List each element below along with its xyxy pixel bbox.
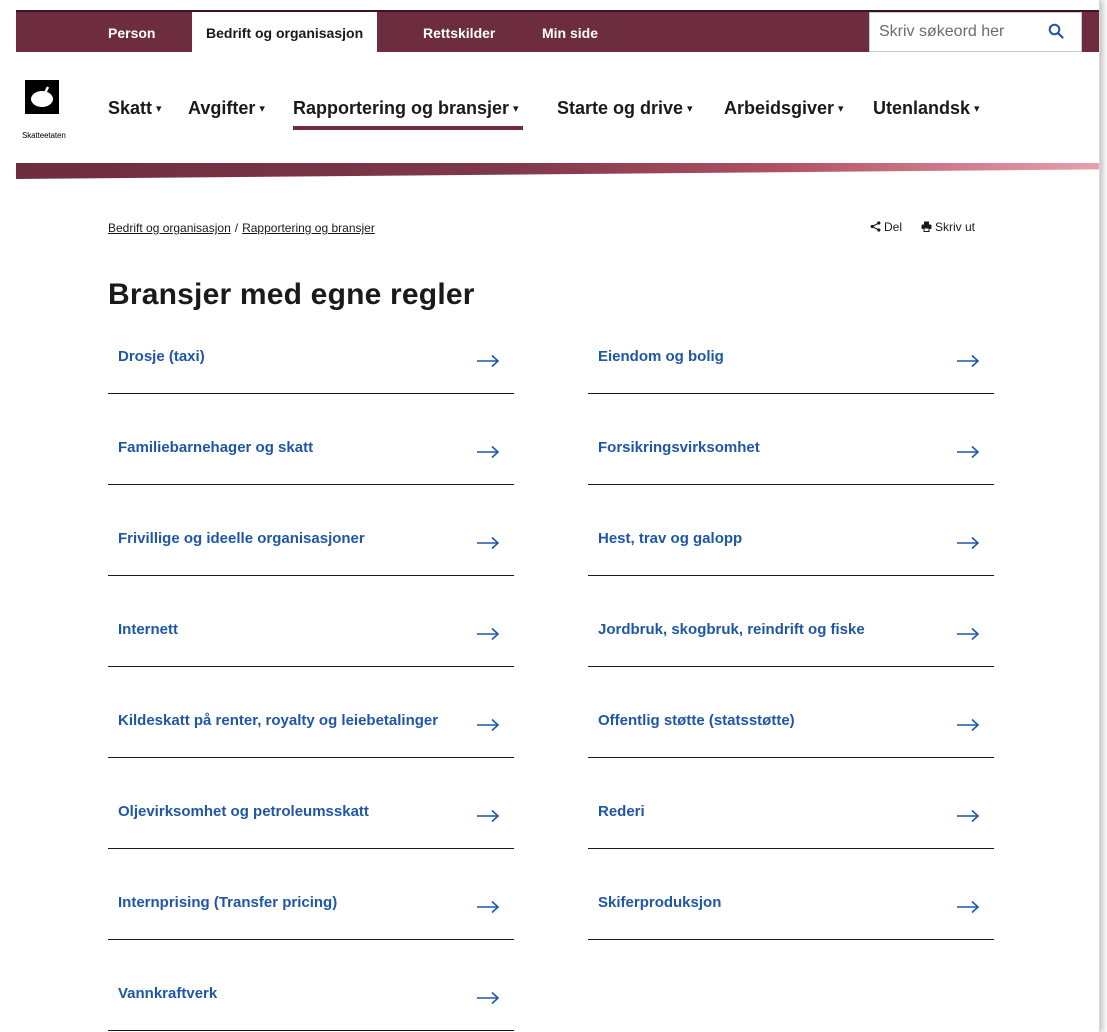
share-icon — [870, 221, 881, 232]
link-item-vannkraftverk[interactable]: Vannkraftverk — [108, 975, 514, 1031]
nav-item-rapportering-og-bransjer[interactable]: Rapportering og bransjer ▾ — [293, 98, 519, 119]
arrow-right-icon — [957, 445, 980, 459]
share-label: Del — [884, 220, 903, 234]
tab-person[interactable]: Person — [108, 12, 155, 52]
page-title: Bransjer med egne regler — [108, 278, 475, 311]
link-item-eiendom-og-bolig[interactable]: Eiendom og bolig — [588, 338, 994, 394]
top-utility-bar: Person Bedrift og organisasjon Rettskild… — [16, 10, 1099, 52]
link-item-drosje[interactable]: Drosje (taxi) — [108, 338, 514, 394]
link-item-internprising[interactable]: Internprising (Transfer pricing) — [108, 884, 514, 940]
arrow-right-icon — [477, 536, 500, 550]
link-item-rederi[interactable]: Rederi — [588, 793, 994, 849]
tab-bedrift-og-organisasjon[interactable]: Bedrift og organisasjon — [192, 12, 378, 52]
print-label: Skriv ut — [935, 220, 976, 234]
nav-item-label: Skatt — [108, 98, 153, 118]
share-button[interactable]: Del — [870, 220, 902, 234]
tab-rettskilder[interactable]: Rettskilder — [423, 12, 495, 52]
link-item-familiebarnehager[interactable]: Familiebarnehager og skatt — [108, 429, 514, 485]
link-item-frivillige-organisasjoner[interactable]: Frivillige og ideelle organisasjoner — [108, 520, 514, 576]
link-item-label: Jordbruk, skogbruk, reindrift og fiske — [598, 621, 865, 638]
arrow-right-icon — [477, 354, 500, 368]
nav-item-label: Starte og drive — [557, 98, 684, 118]
nav-item-starte-og-drive[interactable]: Starte og drive ▾ — [557, 98, 693, 119]
link-item-internett[interactable]: Internett — [108, 611, 514, 667]
link-item-label: Offentlig støtte (statsstøtte) — [598, 712, 795, 729]
link-item-label: Vannkraftverk — [118, 985, 218, 1002]
link-item-label: Drosje (taxi) — [118, 348, 205, 365]
link-item-label: Oljevirksomhet og petroleumsskatt — [118, 803, 369, 820]
nav-item-arbeidsgiver[interactable]: Arbeidsgiver ▾ — [724, 98, 844, 119]
arrow-right-icon — [957, 900, 980, 914]
search-input[interactable] — [870, 13, 1038, 51]
link-item-label: Internprising (Transfer pricing) — [118, 894, 338, 911]
search-icon — [1048, 23, 1064, 39]
skatteetaten-logo-icon — [25, 80, 59, 114]
chevron-down-icon: ▾ — [156, 103, 162, 115]
link-item-label: Eiendom og bolig — [598, 348, 724, 365]
link-item-jordbruk[interactable]: Jordbruk, skogbruk, reindrift og fiske — [588, 611, 994, 667]
arrow-right-icon — [957, 718, 980, 732]
skatteetaten-logo[interactable]: Skatteetaten — [22, 80, 66, 142]
link-item-forsikringsvirksomhet[interactable]: Forsikringsvirksomhet — [588, 429, 994, 485]
print-button[interactable]: Skriv ut — [921, 220, 975, 234]
page-frame: Person Bedrift og organisasjon Rettskild… — [0, 0, 1100, 1032]
arrow-right-icon — [477, 627, 500, 641]
link-item-label: Internett — [118, 621, 178, 638]
chevron-down-icon: ▾ — [513, 103, 519, 115]
tab-min-side[interactable]: Min side — [542, 12, 598, 52]
link-item-label: Familiebarnehager og skatt — [118, 439, 314, 456]
logo-text: Skatteetaten — [22, 131, 66, 140]
arrow-right-icon — [477, 445, 500, 459]
nav-item-label: Avgifter — [188, 98, 256, 118]
nav-item-skatt[interactable]: Skatt ▾ — [108, 98, 162, 119]
link-item-skiferproduksjon[interactable]: Skiferproduksjon — [588, 884, 994, 940]
arrow-right-icon — [957, 809, 980, 823]
active-nav-underline — [293, 126, 523, 130]
search-box — [869, 12, 1082, 52]
arrow-right-icon — [477, 900, 500, 914]
link-item-hest-trav-galopp[interactable]: Hest, trav og galopp — [588, 520, 994, 576]
breadcrumb-link-bedrift[interactable]: Bedrift og organisasjon — [108, 221, 231, 235]
arrow-right-icon — [477, 809, 500, 823]
link-item-kildeskatt[interactable]: Kildeskatt på renter, royalty og leiebet… — [108, 702, 514, 758]
chevron-down-icon: ▾ — [687, 103, 693, 115]
link-item-label: Rederi — [598, 803, 645, 820]
arrow-right-icon — [957, 354, 980, 368]
nav-item-label: Utenlandsk — [873, 98, 971, 118]
header-gradient-band — [16, 163, 1099, 179]
arrow-right-icon — [957, 627, 980, 641]
link-item-label: Frivillige og ideelle organisasjoner — [118, 530, 365, 547]
link-item-offentlig-stotte[interactable]: Offentlig støtte (statsstøtte) — [588, 702, 994, 758]
arrow-right-icon — [477, 718, 500, 732]
chevron-down-icon: ▾ — [259, 103, 265, 115]
link-item-label: Skiferproduksjon — [598, 894, 722, 911]
breadcrumb: Bedrift og organisasjon / Rapportering og … — [108, 221, 375, 235]
link-item-label: Kildeskatt på renter, royalty og leiebet… — [118, 712, 439, 729]
nav-item-avgifter[interactable]: Avgifter ▾ — [188, 98, 265, 119]
chevron-down-icon: ▾ — [838, 103, 844, 115]
printer-icon — [921, 221, 932, 232]
link-item-label: Hest, trav og galopp — [598, 530, 743, 547]
arrow-right-icon — [957, 536, 980, 550]
nav-item-label: Arbeidsgiver — [724, 98, 835, 118]
breadcrumb-separator: / — [234, 221, 239, 235]
arrow-right-icon — [477, 991, 500, 1005]
search-button[interactable] — [1036, 13, 1081, 51]
link-item-oljevirksomhet[interactable]: Oljevirksomhet og petroleumsskatt — [108, 793, 514, 849]
nav-item-utenlandsk[interactable]: Utenlandsk ▾ — [873, 98, 980, 119]
breadcrumb-link-rapportering[interactable]: Rapportering og bransjer — [242, 221, 375, 235]
nav-item-label: Rapportering og bransjer — [293, 98, 510, 118]
chevron-down-icon: ▾ — [974, 103, 980, 115]
link-item-label: Forsikringsvirksomhet — [598, 439, 760, 456]
